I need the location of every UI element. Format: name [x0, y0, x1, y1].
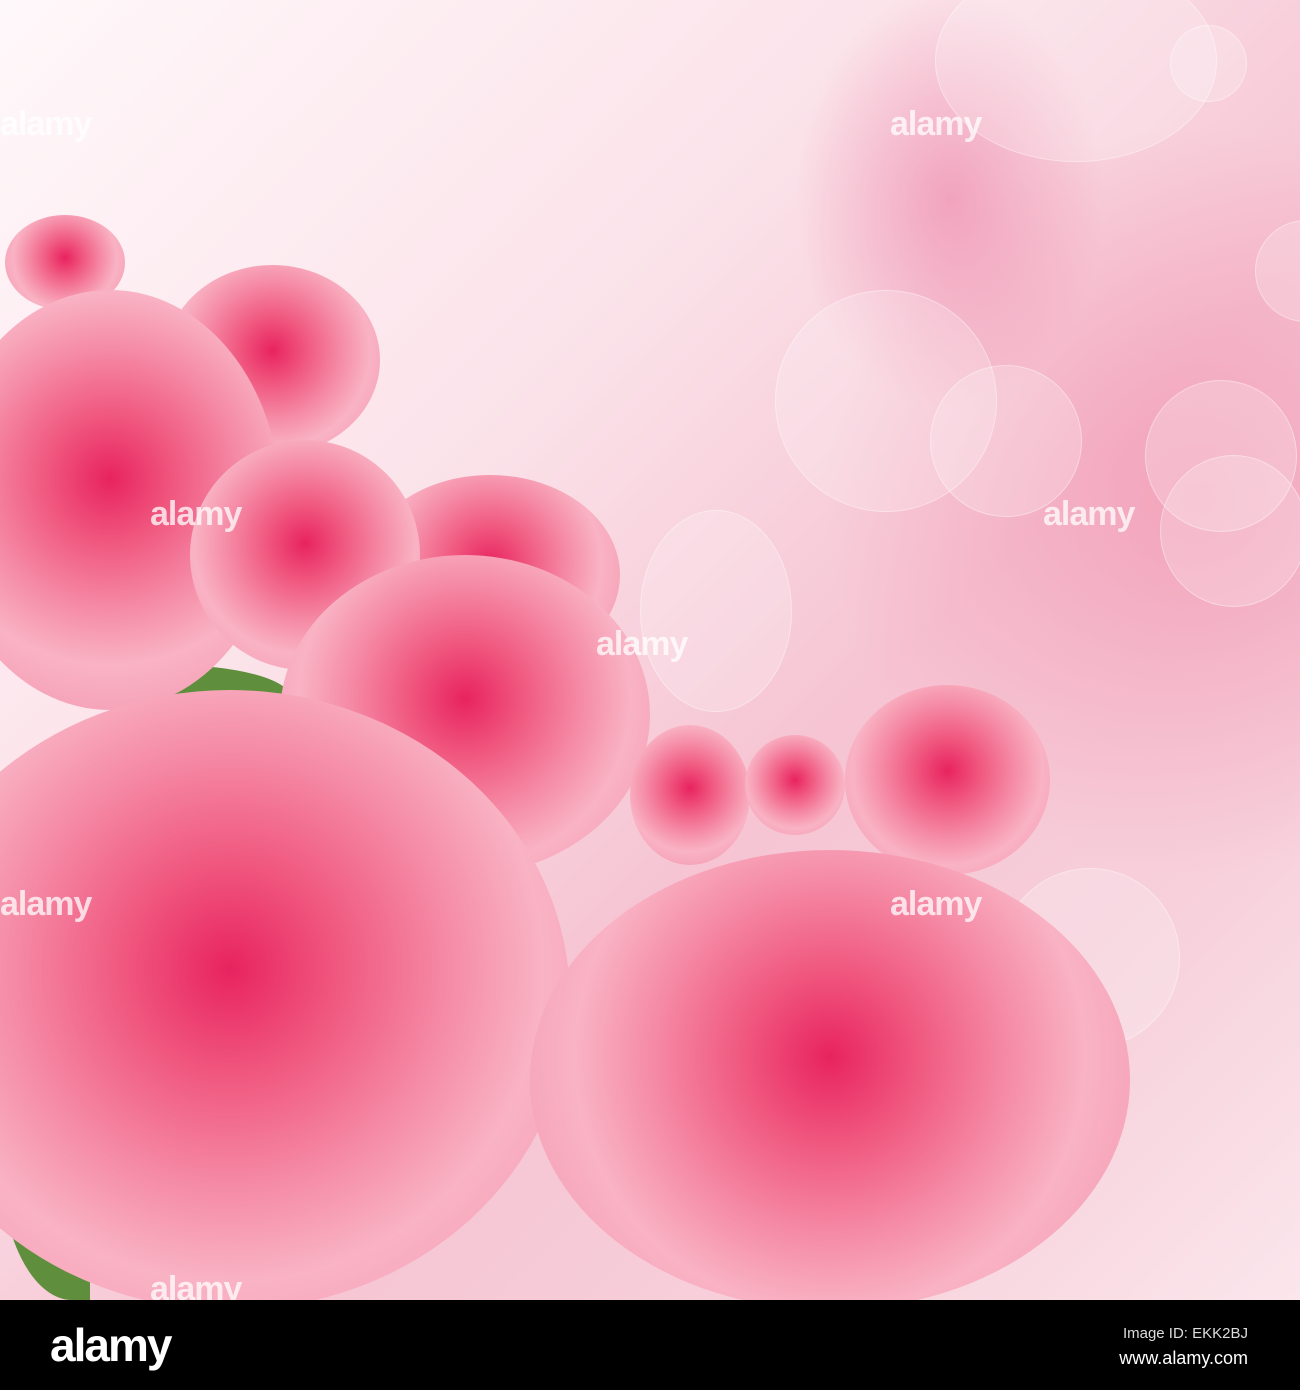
watermark: alamy [596, 625, 688, 663]
watermark: alamy [890, 885, 982, 923]
rose [530, 850, 1130, 1300]
alamy-logo: alamy [50, 1319, 172, 1371]
footer-bar: alamy Image ID: EKK2BJ www.alamy.com [0, 1300, 1300, 1390]
rose [845, 685, 1050, 875]
bokeh-light [640, 510, 792, 712]
watermark: alamy [0, 105, 92, 143]
watermark: alamy [1043, 495, 1135, 533]
bokeh-light [1170, 25, 1247, 102]
site-url: www.alamy.com [1119, 1348, 1248, 1368]
watermark: alamy [150, 495, 242, 533]
watermark: alamy [0, 885, 92, 923]
bokeh-light [1255, 220, 1300, 322]
bokeh-light [1145, 380, 1297, 532]
rose-photo: alamy alamy alamy alamy alamy alamy alam… [0, 0, 1300, 1300]
watermark: alamy [150, 1270, 242, 1300]
rose [745, 735, 845, 835]
image-id: Image ID: EKK2BJ [1122, 1325, 1248, 1342]
rose [630, 725, 750, 865]
watermark: alamy [890, 105, 982, 143]
